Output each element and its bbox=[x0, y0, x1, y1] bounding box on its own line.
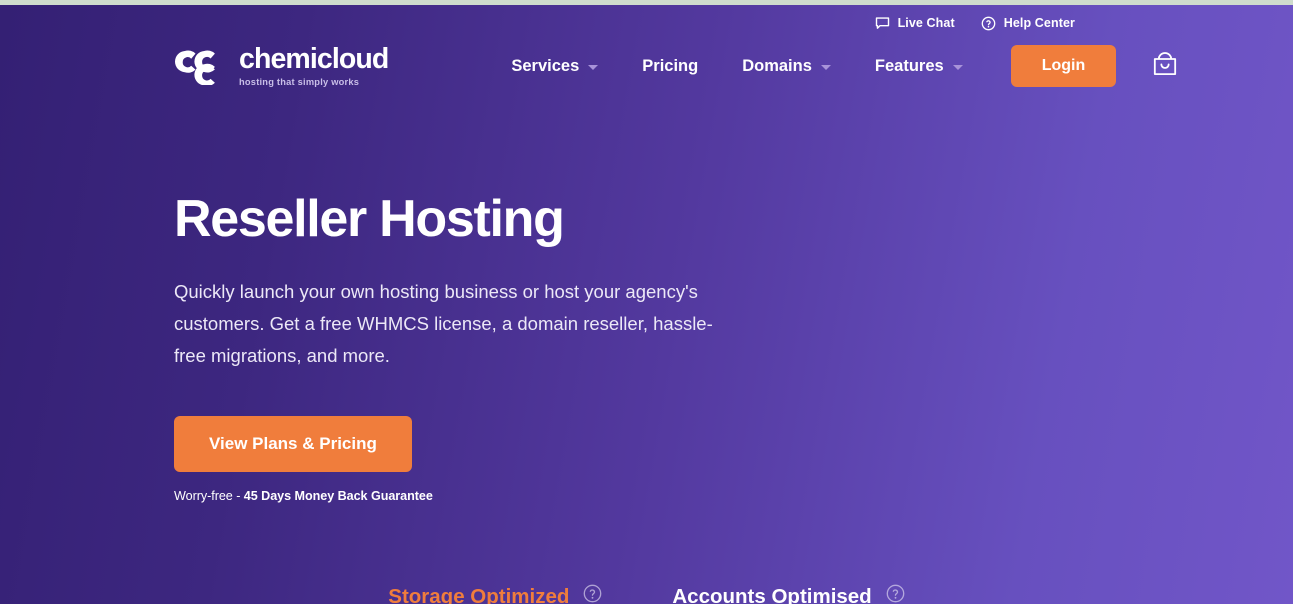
nav-label-pricing: Pricing bbox=[642, 56, 699, 75]
live-chat-label: Live Chat bbox=[897, 16, 955, 30]
help-center-link[interactable]: Help Center bbox=[981, 16, 1075, 31]
chat-bubble-icon bbox=[875, 16, 890, 31]
tab-accounts-optimised[interactable]: Accounts Optimised bbox=[672, 584, 905, 604]
nav-label-domains: Domains bbox=[742, 56, 812, 75]
shopping-bag-icon bbox=[1150, 50, 1180, 83]
live-chat-link[interactable]: Live Chat bbox=[875, 16, 955, 31]
guarantee-prefix: Worry-free - bbox=[174, 489, 244, 504]
view-plans-pricing-button[interactable]: View Plans & Pricing bbox=[174, 416, 412, 473]
nav-label-features: Features bbox=[874, 56, 944, 75]
guarantee-highlight: 45 Days Money Back Guarantee bbox=[243, 489, 433, 504]
tab-label-storage-optimized: Storage Optimized bbox=[388, 584, 570, 604]
question-circle-icon[interactable] bbox=[886, 584, 905, 604]
page-hero-section: Live Chat Help Center chemicloud hosting… bbox=[0, 5, 1293, 604]
page-title: Reseller Hosting bbox=[174, 190, 565, 248]
question-circle-icon bbox=[981, 16, 996, 31]
chevron-down-icon bbox=[588, 64, 599, 70]
hero-content: Reseller Hosting Quickly launch your own… bbox=[174, 190, 794, 503]
utility-bar: Live Chat Help Center bbox=[875, 5, 1293, 35]
logo-link[interactable]: chemicloud hosting that simply works bbox=[174, 42, 389, 88]
chevron-down-icon bbox=[952, 64, 963, 70]
nav-item-domains[interactable]: Domains bbox=[720, 57, 853, 76]
question-circle-icon[interactable] bbox=[583, 584, 602, 604]
hero-subtitle: Quickly launch your own hosting business… bbox=[174, 281, 713, 367]
login-button[interactable]: Login bbox=[1010, 45, 1117, 87]
logo-wordmark: chemicloud bbox=[239, 42, 389, 75]
nav-item-pricing[interactable]: Pricing bbox=[620, 57, 720, 76]
cart-button[interactable] bbox=[1148, 49, 1182, 83]
nav-item-features[interactable]: Features bbox=[853, 57, 985, 76]
chemicloud-c-mark-icon bbox=[174, 47, 226, 86]
tab-label-accounts-optimised: Accounts Optimised bbox=[672, 584, 872, 604]
tab-storage-optimized[interactable]: Storage Optimized bbox=[388, 584, 602, 604]
site-header: chemicloud hosting that simply works Ser… bbox=[0, 35, 1293, 97]
plan-type-tabs: Storage Optimized Accounts Optimised bbox=[0, 584, 1293, 604]
money-back-guarantee-note: Worry-free - 45 Days Money Back Guarante… bbox=[174, 489, 794, 503]
logo-tagline: hosting that simply works bbox=[239, 77, 360, 88]
nav-item-services[interactable]: Services bbox=[489, 57, 620, 76]
primary-nav: Services Pricing Domains Features bbox=[489, 57, 984, 76]
nav-label-services: Services bbox=[511, 56, 580, 75]
help-center-label: Help Center bbox=[1003, 16, 1075, 30]
chevron-down-icon bbox=[820, 64, 831, 70]
